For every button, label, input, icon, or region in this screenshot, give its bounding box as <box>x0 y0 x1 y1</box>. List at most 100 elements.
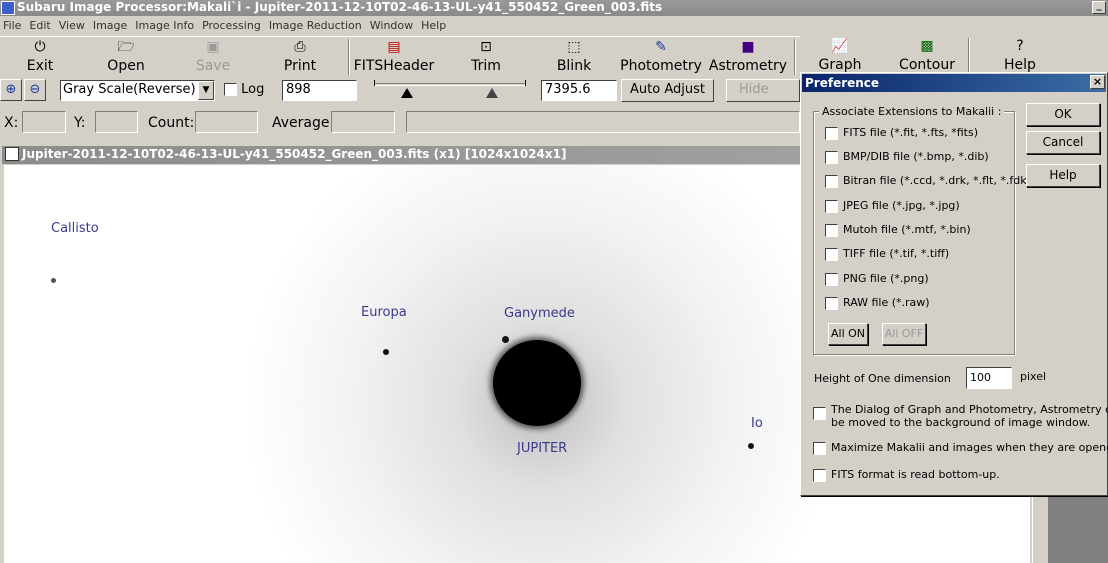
y-value <box>95 111 138 133</box>
fitsheader-button[interactable]: ▤ FITSHeader <box>352 37 436 77</box>
min-slider-thumb[interactable] <box>401 88 413 98</box>
ext-fits-checkbox[interactable]: FITS file (*.fit, *.fts, *fits) <box>825 126 978 140</box>
folder-icon: 🗁 <box>117 39 135 55</box>
help-button[interactable]: ? Help <box>994 36 1046 72</box>
log-checkbox[interactable]: Log <box>224 82 264 97</box>
zoom-in-icon: ⊕ <box>5 82 17 97</box>
info-field <box>406 111 800 133</box>
scale-select[interactable]: Gray Scale(Reverse) ▼ <box>60 80 215 101</box>
toolbar-separator <box>794 39 796 75</box>
floppy-icon: ▣ <box>206 39 220 55</box>
preference-title-bar[interactable]: Preference × <box>802 74 1106 92</box>
astrometry-button[interactable]: ■ Astrometry <box>708 37 788 77</box>
auto-adjust-button[interactable]: Auto Adjust <box>621 79 714 102</box>
hide-marks-button[interactable]: Hide Marks <box>726 79 800 102</box>
open-button[interactable]: 🗁 Open <box>98 37 154 77</box>
blink-button[interactable]: ⬚ Blink <box>548 37 600 77</box>
graph-button[interactable]: 📈 Graph <box>812 36 868 72</box>
menu-file[interactable]: File <box>0 16 26 35</box>
blink-icon: ⬚ <box>567 39 581 55</box>
graph-icon: 📈 <box>831 38 849 54</box>
print-button[interactable]: ⎙ Print <box>272 37 328 77</box>
ext-mutoh-checkbox[interactable]: Mutoh file (*.mtf, *.bin) <box>825 223 971 237</box>
ext-bmp-checkbox[interactable]: BMP/DIB file (*.bmp, *.dib) <box>825 150 989 164</box>
max-slider-thumb[interactable] <box>486 88 498 98</box>
ext-jpeg-checkbox[interactable]: JPEG file (*.jpg, *.jpg) <box>825 199 960 213</box>
io-moon <box>748 443 754 449</box>
exit-button[interactable]: ⏻ Exit <box>14 37 66 77</box>
cancel-button[interactable]: Cancel <box>1026 131 1100 154</box>
help-icon: ? <box>1016 38 1024 54</box>
ok-button[interactable]: OK <box>1026 103 1100 126</box>
x-value <box>22 111 66 133</box>
preference-dialog: Preference × Associate Extensions to Mak… <box>800 72 1108 496</box>
menu-view[interactable]: View <box>56 16 90 35</box>
photometry-icon: ✎ <box>655 39 667 55</box>
contour-icon: ▩ <box>920 38 934 54</box>
ganymede-moon <box>502 336 509 343</box>
photometry-button[interactable]: ✎ Photometry <box>620 37 702 77</box>
y-label: Y: <box>74 115 86 131</box>
menu-window[interactable]: Window <box>367 16 418 35</box>
all-off-button[interactable]: All OFF <box>882 323 926 345</box>
app-title-bar[interactable]: Subaru Image Processor:Makali`i - Jupite… <box>0 0 1108 16</box>
min-value-input[interactable]: 898 <box>282 80 357 101</box>
ext-png-checkbox[interactable]: PNG file (*.png) <box>825 272 929 286</box>
zoom-out-icon: ⊖ <box>29 82 41 97</box>
printer-icon: ⎙ <box>294 39 306 55</box>
x-label: X: <box>4 115 19 131</box>
max-value-input[interactable]: 7395.6 <box>541 80 617 101</box>
close-icon: × <box>1092 75 1103 88</box>
bottom-up-checkbox[interactable]: FITS format is read bottom-up. <box>813 468 1000 482</box>
power-icon: ⏻ <box>34 39 46 55</box>
ext-raw-checkbox[interactable]: RAW file (*.raw) <box>825 296 930 310</box>
close-button[interactable]: × <box>1090 75 1105 89</box>
contour-button[interactable]: ▩ Contour <box>892 36 962 72</box>
menu-processing[interactable]: Processing <box>199 16 266 35</box>
menu-image-info[interactable]: Image Info <box>132 16 199 35</box>
toolbar-separator <box>968 38 970 72</box>
zoom-out-button[interactable]: ⊖ <box>24 79 46 101</box>
menu-image[interactable]: Image <box>90 16 132 35</box>
chevron-down-icon[interactable]: ▼ <box>198 81 214 100</box>
associate-extensions-title: Associate Extensions to Makalii : <box>819 105 1005 118</box>
display-controls: ⊕ ⊖ Gray Scale(Reverse) ▼ Log 898 7395.6… <box>0 76 800 104</box>
document-icon <box>5 147 19 161</box>
ext-bitran-checkbox[interactable]: Bitran file (*.ccd, *.drk, *.flt, *.fdk) <box>825 174 1031 188</box>
height-unit: pixel <box>1020 370 1047 383</box>
callisto-moon <box>51 278 56 283</box>
europa-label: Europa <box>361 305 407 320</box>
menu-edit[interactable]: Edit <box>26 16 55 35</box>
all-on-button[interactable]: All ON <box>828 323 868 345</box>
zoom-in-button[interactable]: ⊕ <box>0 79 22 101</box>
count-value <box>195 111 258 133</box>
menu-bar: File Edit View Image Image Info Processing Ima… <box>0 16 1108 36</box>
log-checkbox-box[interactable] <box>224 83 237 96</box>
minimize-button[interactable]: _ <box>1092 1 1106 14</box>
height-input[interactable]: 100 <box>966 367 1012 389</box>
trim-button[interactable]: ⊡ Trim <box>462 37 510 77</box>
height-label: Height of One dimension <box>814 372 951 385</box>
europa-moon <box>383 349 389 355</box>
ganymede-label: Ganymede <box>504 306 575 321</box>
maximize-checkbox[interactable]: Maximize Makalii and images when they ar… <box>813 441 1108 455</box>
vertical-scrollbar[interactable] <box>1032 495 1048 563</box>
jupiter-label: JUPITER <box>517 441 568 456</box>
jupiter-disk <box>493 340 581 426</box>
status-bar: X: Y: Count: Average <box>0 107 800 137</box>
background-dialog-checkbox[interactable]: The Dialog of Graph and Photometry, Astr… <box>813 403 1108 429</box>
app-icon <box>1 1 15 15</box>
menu-help[interactable]: Help <box>418 16 451 35</box>
menu-image-reduction[interactable]: Image Reduction <box>266 16 367 35</box>
average-value <box>331 111 395 133</box>
trim-icon: ⊡ <box>480 39 492 55</box>
ext-tiff-checkbox[interactable]: TIFF file (*.tif, *.tiff) <box>825 247 949 261</box>
io-label: Io <box>751 416 763 431</box>
callisto-label: Callisto <box>51 221 99 236</box>
star-field-icon: ■ <box>741 39 755 55</box>
save-button[interactable]: ▣ Save <box>186 37 240 77</box>
fits-header-icon: ▤ <box>387 39 401 55</box>
level-slider-track[interactable] <box>374 80 526 86</box>
help-dialog-button[interactable]: Help <box>1026 164 1100 187</box>
average-label: Average <box>272 115 330 131</box>
